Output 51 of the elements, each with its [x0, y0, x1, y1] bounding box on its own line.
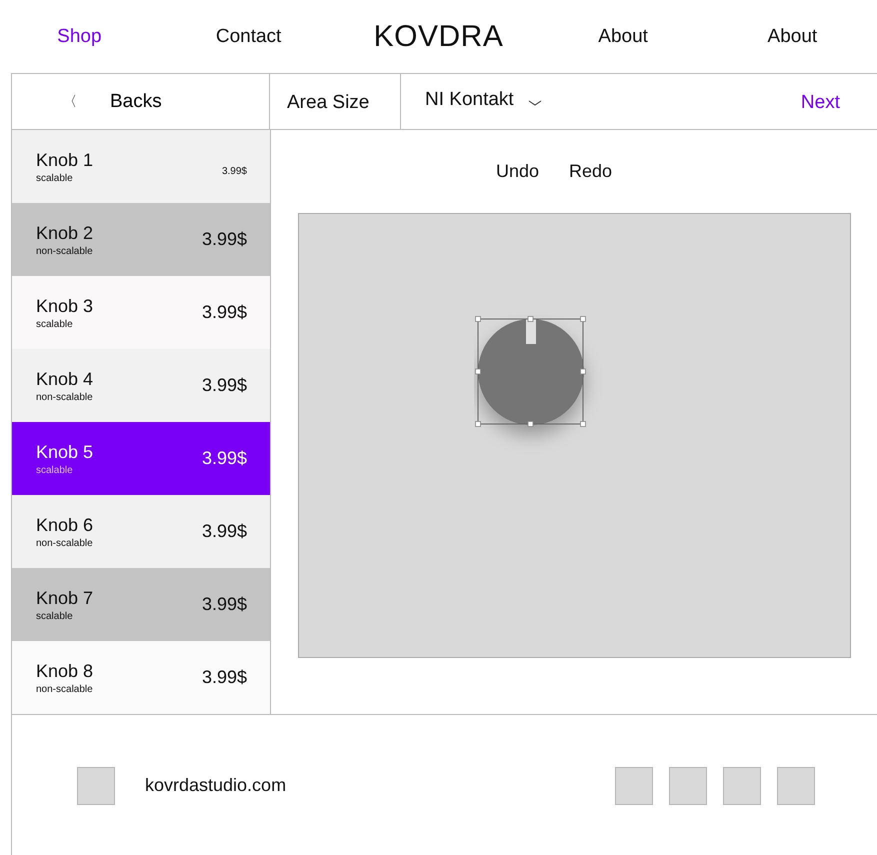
- knob-type: non-scalable: [36, 538, 94, 548]
- editor-action[interactable]: Undo: [496, 161, 539, 182]
- social-placeholder[interactable]: [777, 766, 815, 804]
- knob-price: 3.99$: [202, 521, 247, 542]
- plugin-dropdown[interactable]: NI Kontakt: [401, 74, 542, 129]
- area-size-label: Area Size: [270, 74, 401, 129]
- knob-type: non-scalable: [36, 392, 94, 402]
- website-link[interactable]: kovrdastudio.com: [145, 775, 286, 796]
- nav-link[interactable]: Contact: [216, 26, 282, 48]
- knob-name: Knob 5: [36, 442, 94, 462]
- back-button[interactable]: 〈 Backs: [12, 74, 270, 129]
- knob-list-item[interactable]: Knob 3 scalable 3.99$: [12, 276, 270, 349]
- next-link[interactable]: Next: [800, 89, 840, 114]
- knob-drawing[interactable]: [475, 316, 586, 427]
- knob-price: 3.99$: [202, 667, 247, 688]
- knob-list-item[interactable]: Knob 1 scalable 3.99$: [12, 130, 270, 203]
- knob-list-item[interactable]: Knob 5 scalable 3.99$: [12, 422, 270, 495]
- knob-list-item[interactable]: Knob 6 non-scalable 3.99$: [12, 495, 270, 568]
- knob-name: Knob 3: [36, 296, 94, 316]
- knob-name: Knob 1: [36, 150, 94, 170]
- knob-type: non-scalable: [36, 684, 94, 694]
- knob-name: Knob 6: [36, 514, 94, 536]
- knob-price: 3.99$: [202, 229, 247, 250]
- knob-type: scalable: [36, 464, 74, 476]
- knob-price: 3.99$: [222, 166, 247, 177]
- knob-type: scalable: [36, 172, 74, 184]
- knob-type: scalable: [36, 610, 74, 622]
- knob-price: 3.99$: [202, 594, 247, 615]
- knob-price: 3.99$: [202, 448, 247, 469]
- knob-list-item[interactable]: Knob 2 non-scalable 3.99$: [12, 203, 270, 276]
- logo-placeholder[interactable]: [77, 766, 115, 804]
- knob-name: Knob 4: [36, 368, 94, 390]
- knob-type: non-scalable: [36, 246, 94, 256]
- knob-list-item[interactable]: Knob 8 non-scalable 3.99$: [12, 641, 270, 714]
- knob-price: 3.99$: [202, 302, 247, 323]
- knob-price: 3.99$: [202, 375, 247, 396]
- nav-link[interactable]: Shop: [57, 26, 102, 48]
- knob-name: Knob 7: [36, 588, 94, 608]
- nav-link[interactable]: About: [768, 26, 818, 48]
- social-placeholder[interactable]: [669, 766, 707, 804]
- knob-name: Knob 8: [36, 660, 94, 682]
- knob-list-item[interactable]: Knob 7 scalable 3.99$: [12, 568, 270, 641]
- knob-name: Knob 2: [36, 222, 94, 244]
- chevron-down-icon: [528, 100, 542, 106]
- knob-type: scalable: [36, 318, 74, 330]
- nav-link[interactable]: About: [598, 26, 648, 48]
- social-placeholder[interactable]: [615, 766, 653, 804]
- social-placeholder[interactable]: [723, 766, 761, 804]
- editor-action[interactable]: Redo: [569, 161, 612, 182]
- logo: KOVDRA: [372, 20, 504, 54]
- knob-list-item[interactable]: Knob 4 non-scalable 3.99$: [12, 349, 270, 422]
